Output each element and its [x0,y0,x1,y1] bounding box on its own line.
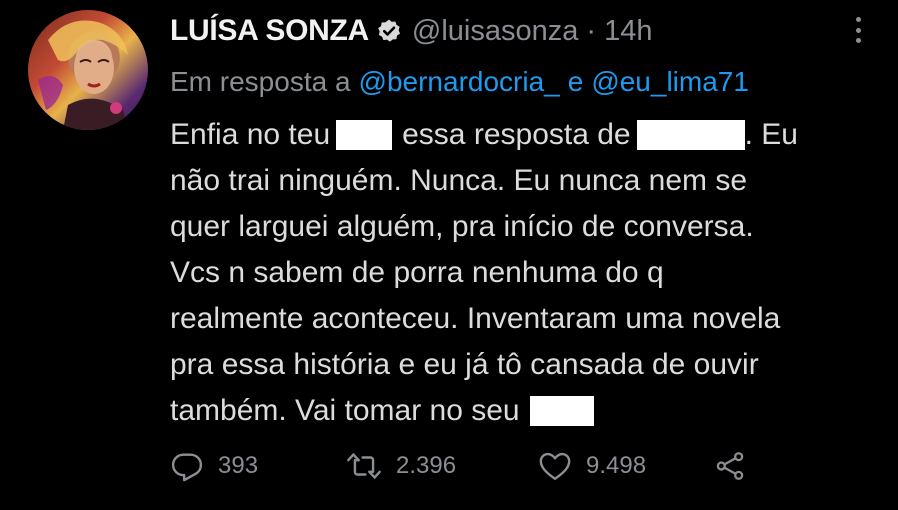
avatar[interactable] [28,10,148,130]
action-bar: 393 2.396 9.498 [170,444,754,488]
heart-icon [539,452,571,480]
text-segment: também. Vai tomar no seu [170,394,520,427]
separator-dot: · [586,14,597,47]
verified-badge-icon [378,19,400,42]
like-count: 9.498 [586,452,647,479]
handle[interactable]: @luisasonza [412,15,578,48]
share-icon [716,452,744,480]
text-segment: . Eu [744,118,798,151]
text-line: quer larguei alguém, pra início de conve… [170,210,754,243]
display-name[interactable]: LUÍSA SONZA [170,14,369,48]
text-line: também. Vai tomar no seu [170,388,880,434]
tweet-header: LUÍSA SONZA @luisasonza · 14h [170,8,652,54]
text-line: não trai ninguém. Nunca. Eu nunca nem se [170,164,748,197]
redaction-box [336,120,393,150]
like-button[interactable]: 9.498 [538,444,714,488]
text-segment: Enfia no teu [170,118,331,151]
text-segment: essa resposta de [402,118,631,151]
redaction-box [636,120,745,150]
reply-prefix: Em resposta a [170,66,351,97]
text-line: pra essa história e eu já tô cansada de … [170,348,759,381]
reply-conjunction: e [567,66,584,97]
share-button[interactable] [714,444,754,488]
text-line: realmente aconteceu. Inventaram uma nove… [170,302,781,335]
reply-context: Em resposta a @bernardocria_ e @eu_lima7… [170,60,749,104]
tweet: LUÍSA SONZA @luisasonza · 14h Em respost… [0,0,898,510]
more-options-icon[interactable] [846,14,870,46]
timestamp[interactable]: 14h [604,15,652,48]
retweet-count: 2.396 [396,452,457,479]
mention-link[interactable]: @bernardocria_ [359,66,560,98]
mention-link[interactable]: @eu_lima71 [591,66,749,98]
tweet-text: Enfia no teu essa resposta de . Eu não t… [170,112,880,434]
text-line: Enfia no teu essa resposta de . Eu [170,112,880,158]
reply-count: 393 [218,452,259,479]
more-dot [855,27,861,33]
text-line: Vcs n sabem de porra nenhuma do q [170,256,664,289]
avatar-photo [38,20,128,130]
more-dot [855,38,861,43]
retweet-button[interactable]: 2.396 [346,444,538,488]
redaction-box [529,396,594,426]
more-dot [855,17,861,22]
reply-icon [171,453,203,482]
reply-button[interactable]: 393 [170,444,346,488]
retweet-icon [347,453,381,479]
